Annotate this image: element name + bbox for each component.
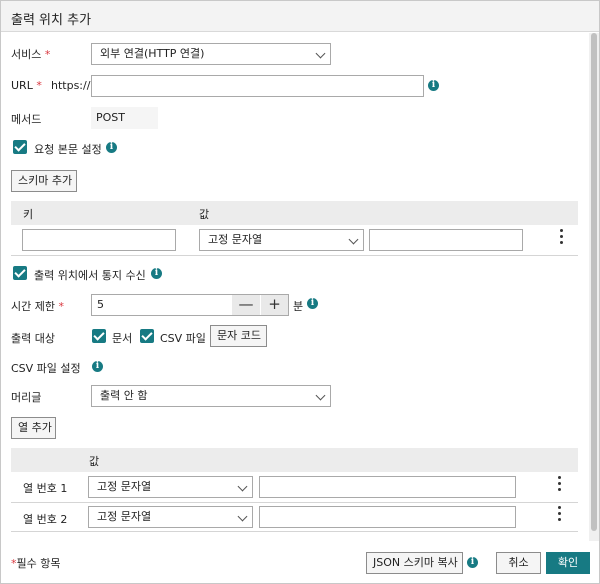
schema-type-value: 고정 문자열 bbox=[208, 233, 263, 246]
info-icon[interactable]: i bbox=[428, 80, 439, 91]
dialog-titlebar: 출력 위치 추가 bbox=[1, 1, 599, 32]
column-header-key: 키 bbox=[23, 208, 34, 221]
notify-checkbox[interactable] bbox=[13, 266, 27, 280]
increment-button[interactable]: + bbox=[261, 295, 288, 315]
add-schema-button[interactable]: 스키마 추가 bbox=[11, 170, 77, 192]
info-icon[interactable]: i bbox=[307, 298, 318, 309]
header-select-value: 출력 안 함 bbox=[100, 389, 148, 402]
method-value: POST bbox=[96, 111, 125, 124]
vertical-scrollbar[interactable] bbox=[589, 33, 599, 541]
cancel-button[interactable]: 취소 bbox=[496, 552, 541, 574]
ok-button[interactable]: 확인 bbox=[546, 552, 590, 574]
csv-settings-label: CSV 파일 설정 bbox=[11, 362, 81, 375]
timeout-stepper[interactable]: 5 — + bbox=[91, 294, 289, 316]
column-type-select[interactable]: 고정 문자열 bbox=[88, 506, 253, 528]
info-icon[interactable]: i bbox=[467, 557, 478, 568]
row-menu-icon[interactable] bbox=[558, 506, 562, 524]
url-label: URL * bbox=[11, 79, 42, 92]
method-field: POST bbox=[91, 107, 158, 129]
url-prefix: https:// bbox=[51, 79, 91, 92]
timeout-value: 5 bbox=[97, 298, 104, 311]
decrement-button[interactable]: — bbox=[232, 295, 260, 315]
document-label: 문서 bbox=[112, 332, 133, 345]
chevron-down-icon bbox=[315, 390, 326, 401]
info-icon[interactable]: i bbox=[106, 142, 117, 153]
character-code-button[interactable]: 문자 코드 bbox=[210, 325, 267, 347]
column-row-label: 열 번호 2 bbox=[23, 513, 68, 526]
add-column-button[interactable]: 열 추가 bbox=[11, 417, 56, 439]
column-value-input[interactable] bbox=[259, 476, 516, 498]
csv-label: CSV 파일 bbox=[160, 332, 206, 345]
schema-type-select[interactable]: 고정 문자열 bbox=[199, 229, 364, 251]
column-header-value: 값 bbox=[199, 208, 210, 221]
copy-json-schema-button[interactable]: JSON 스키마 복사 bbox=[366, 552, 463, 574]
row-menu-icon[interactable] bbox=[560, 229, 564, 247]
divider bbox=[11, 531, 578, 532]
csv-checkbox[interactable] bbox=[140, 329, 154, 343]
dialog-content: 서비스 * 외부 연결(HTTP 연결) URL * https:// i 메서… bbox=[1, 33, 589, 541]
output-target-label: 출력 대상 bbox=[11, 332, 55, 345]
column-header-value: 값 bbox=[89, 455, 100, 468]
scrollbar-thumb[interactable] bbox=[591, 33, 597, 531]
column-row-label: 열 번호 1 bbox=[23, 482, 68, 495]
timeout-unit: 분 bbox=[293, 300, 304, 313]
method-label: 메서드 bbox=[11, 113, 42, 126]
schema-value-input[interactable] bbox=[369, 229, 523, 251]
required-fields-note: *필수 항목 bbox=[11, 557, 61, 570]
row-menu-icon[interactable] bbox=[558, 476, 562, 494]
divider bbox=[11, 255, 578, 256]
chevron-down-icon bbox=[348, 234, 359, 245]
notify-label: 출력 위치에서 통지 수신 bbox=[34, 269, 146, 282]
chevron-down-icon bbox=[237, 511, 248, 522]
service-select-value: 외부 연결(HTTP 연결) bbox=[100, 47, 205, 60]
column-type-value: 고정 문자열 bbox=[97, 480, 152, 493]
chevron-down-icon bbox=[237, 481, 248, 492]
header-select[interactable]: 출력 안 함 bbox=[91, 385, 331, 407]
timeout-label: 시간 제한 * bbox=[11, 300, 64, 313]
service-label: 서비스 * bbox=[11, 48, 51, 61]
divider bbox=[11, 502, 578, 503]
info-icon[interactable]: i bbox=[151, 268, 162, 279]
request-body-label: 요청 본문 설정 bbox=[34, 143, 102, 156]
schema-table-header: 키 값 bbox=[11, 201, 578, 225]
column-table-header: 값 bbox=[11, 448, 578, 472]
column-value-input[interactable] bbox=[259, 506, 516, 528]
column-type-value: 고정 문자열 bbox=[97, 510, 152, 523]
info-icon[interactable]: i bbox=[92, 361, 103, 372]
header-label: 머리글 bbox=[11, 391, 42, 404]
schema-key-input[interactable] bbox=[22, 229, 176, 251]
service-select[interactable]: 외부 연결(HTTP 연결) bbox=[91, 43, 331, 65]
dialog-title: 출력 위치 추가 bbox=[11, 13, 92, 28]
chevron-down-icon bbox=[315, 48, 326, 59]
add-output-destination-dialog: 출력 위치 추가 서비스 * 외부 연결(HTTP 연결) URL * http… bbox=[0, 0, 600, 584]
request-body-checkbox[interactable] bbox=[13, 140, 27, 154]
document-checkbox[interactable] bbox=[92, 329, 106, 343]
url-input[interactable] bbox=[91, 75, 424, 97]
column-type-select[interactable]: 고정 문자열 bbox=[88, 476, 253, 498]
